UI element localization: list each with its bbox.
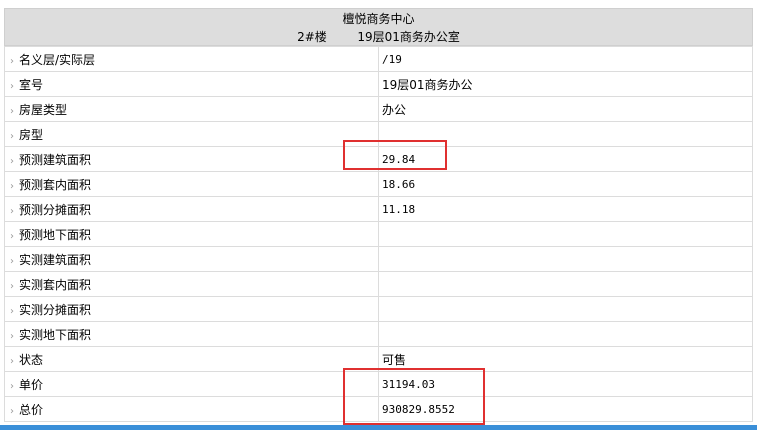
row-label-cell: › 总价 (4, 396, 379, 422)
row-label-cell: › 实测地下面积 (4, 321, 379, 347)
row-value-cell (378, 321, 753, 347)
row-label: 实测地下面积 (19, 327, 92, 342)
table-row: › 状态 可售 (4, 346, 753, 372)
row-value-cell (378, 271, 753, 297)
row-label: 房型 (19, 127, 44, 142)
row-value-cell: 19层01商务办公 (378, 71, 753, 97)
row-value-cell (378, 121, 753, 147)
row-value-cell: 18.66 (378, 171, 753, 197)
row-label-cell: › 房屋类型 (4, 96, 379, 122)
row-label-cell: › 预测地下面积 (4, 221, 379, 247)
row-label-cell: › 预测分摊面积 (4, 196, 379, 222)
bottom-accent-bar (0, 425, 757, 430)
row-label: 单价 (19, 377, 44, 392)
table-row: › 实测地下面积 (4, 321, 753, 347)
chevron-right-icon: › (10, 305, 14, 317)
detail-table: › 名义层/实际层 /19 › 室号 19层01商务办公 › 房屋类型 办公 › 房型 … (4, 46, 753, 422)
row-label: 名义层/实际层 (19, 52, 96, 67)
row-value: 31194.03 (382, 378, 435, 391)
row-label: 实测套内面积 (19, 277, 92, 292)
row-value: 可售 (382, 352, 407, 367)
chevron-right-icon: › (10, 80, 14, 92)
row-label: 室号 (19, 77, 44, 92)
row-label-cell: › 单价 (4, 371, 379, 397)
table-row: › 单价 31194.03 (4, 371, 753, 397)
chevron-right-icon: › (10, 355, 14, 367)
chevron-right-icon: › (10, 280, 14, 292)
row-value: 930829.8552 (382, 403, 455, 416)
row-value-cell: /19 (378, 46, 753, 72)
row-label-cell: › 实测分摊面积 (4, 296, 379, 322)
row-label-cell: › 室号 (4, 71, 379, 97)
chevron-right-icon: › (10, 330, 14, 342)
detail-header: 檀悦商务中心 2#楼 19层01商务办公室 (4, 8, 753, 46)
row-label-cell: › 实测建筑面积 (4, 246, 379, 272)
chevron-right-icon: › (10, 380, 14, 392)
table-row: › 实测分摊面积 (4, 296, 753, 322)
chevron-right-icon: › (10, 130, 14, 142)
table-row: › 名义层/实际层 /19 (4, 46, 753, 72)
chevron-right-icon: › (10, 155, 14, 167)
row-label: 预测套内面积 (19, 177, 92, 192)
table-row: › 房屋类型 办公 (4, 96, 753, 122)
row-label-cell: › 名义层/实际层 (4, 46, 379, 72)
row-value: /19 (382, 53, 402, 66)
row-value: 11.18 (382, 203, 416, 216)
table-row: › 预测地下面积 (4, 221, 753, 247)
row-value: 29.84 (382, 153, 416, 166)
row-label-cell: › 预测建筑面积 (4, 146, 379, 172)
table-row: › 实测套内面积 (4, 271, 753, 297)
row-value-cell (378, 296, 753, 322)
table-row: › 实测建筑面积 (4, 246, 753, 272)
row-label: 预测建筑面积 (19, 152, 92, 167)
row-label-cell: › 实测套内面积 (4, 271, 379, 297)
row-value-cell: 可售 (378, 346, 753, 372)
unit-line: 2#楼 19层01商务办公室 (5, 30, 752, 45)
table-row: › 预测分摊面积 11.18 (4, 196, 753, 222)
row-label: 实测分摊面积 (19, 302, 92, 317)
chevron-right-icon: › (10, 55, 14, 67)
row-label: 总价 (19, 402, 44, 417)
row-value: 19层01商务办公 (382, 77, 473, 92)
row-value-cell: 办公 (378, 96, 753, 122)
page: 檀悦商务中心 2#楼 19层01商务办公室 › 名义层/实际层 /19 › 室号 1… (0, 0, 757, 430)
row-value-cell (378, 246, 753, 272)
chevron-right-icon: › (10, 255, 14, 267)
row-value-cell: 11.18 (378, 196, 753, 222)
row-value-cell: 29.84 (378, 146, 753, 172)
row-label: 房屋类型 (19, 102, 68, 117)
table-row: › 预测套内面积 18.66 (4, 171, 753, 197)
table-row: › 房型 (4, 121, 753, 147)
project-name: 檀悦商务中心 (342, 12, 415, 26)
row-label: 预测分摊面积 (19, 202, 92, 217)
row-label-cell: › 房型 (4, 121, 379, 147)
row-label-cell: › 预测套内面积 (4, 171, 379, 197)
row-label: 预测地下面积 (19, 227, 92, 242)
row-value-cell: 31194.03 (378, 371, 753, 397)
row-label: 实测建筑面积 (19, 252, 92, 267)
row-label: 状态 (19, 352, 44, 367)
row-value-cell (378, 221, 753, 247)
row-value-cell: 930829.8552 (378, 396, 753, 422)
chevron-right-icon: › (10, 180, 14, 192)
chevron-right-icon: › (10, 205, 14, 217)
row-value: 办公 (382, 102, 407, 117)
building-name: 2#楼 (297, 30, 327, 44)
chevron-right-icon: › (10, 405, 14, 417)
table-row: › 总价 930829.8552 (4, 396, 753, 422)
row-label-cell: › 状态 (4, 346, 379, 372)
chevron-right-icon: › (10, 230, 14, 242)
chevron-right-icon: › (10, 105, 14, 117)
table-row: › 室号 19层01商务办公 (4, 71, 753, 97)
table-row: › 预测建筑面积 29.84 (4, 146, 753, 172)
unit-name: 19层01商务办公室 (357, 30, 460, 44)
row-value: 18.66 (382, 178, 416, 191)
